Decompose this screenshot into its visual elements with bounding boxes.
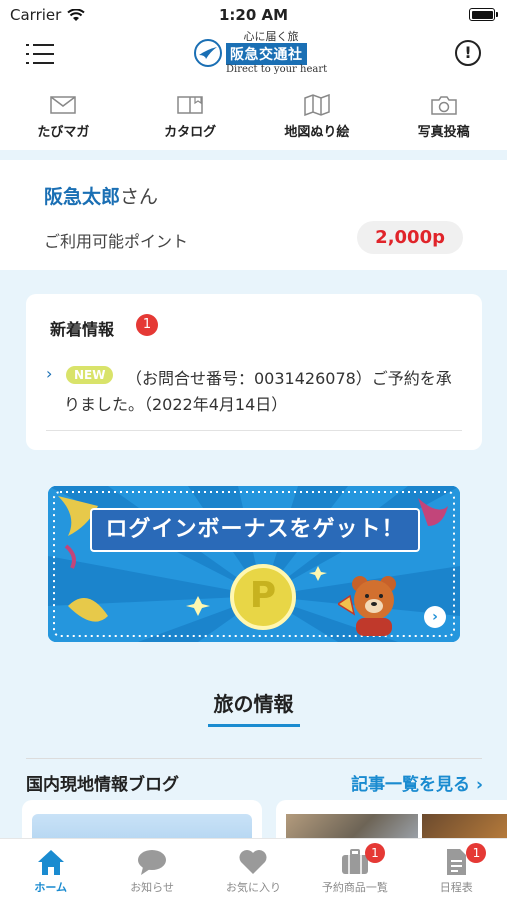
news-count-badge: 1 [136, 314, 158, 336]
tab-label: ホーム [34, 881, 68, 894]
shortcut-label: 地図ぬり絵 [284, 125, 350, 140]
points-value: 2,000p [357, 221, 463, 254]
tab-bar: ホーム お知らせ お気に入り 予約商品一覧 1 日程表 1 [0, 838, 507, 900]
login-bonus-banner[interactable]: ログインボーナスをゲット！ P › [48, 486, 460, 642]
shortcut-catalog[interactable]: カタログ [127, 82, 254, 150]
map-icon [304, 94, 330, 116]
user-panel: 阪急太郎さん ご利用可能ポイント 2,000p [0, 160, 507, 270]
logo-name: 阪急交通社 [226, 43, 307, 65]
section-underline [208, 724, 300, 727]
tab-label: 日程表 [439, 881, 473, 894]
shortcut-bar: たびマガ カタログ 地図ぬり絵 写真投稿 [0, 82, 507, 150]
tab-badge: 1 [365, 843, 385, 863]
shortcut-label: たびマガ [37, 125, 90, 140]
blog-heading: 国内現地情報ブログ [26, 775, 179, 795]
user-suffix: さん [120, 186, 159, 208]
divider [26, 758, 482, 759]
menu-icon[interactable] [26, 42, 54, 66]
coin-icon: P [230, 564, 296, 630]
coin-letter: P [249, 575, 277, 616]
logo-subtitle: Direct to your heart [226, 64, 328, 75]
heart-icon [239, 850, 267, 874]
logo-mark-icon [194, 39, 222, 67]
status-time: 1:20 AM [218, 6, 289, 24]
tab-home[interactable]: ホーム [0, 839, 101, 900]
user-name: 阪急太郎 [44, 186, 121, 208]
shortcut-photo[interactable]: 写真投稿 [380, 82, 507, 150]
tab-label: 予約商品一覧 [321, 881, 388, 894]
home-icon [37, 850, 64, 875]
status-bar: Carrier 1:20 AM [0, 0, 507, 30]
mail-icon [50, 96, 77, 114]
shortcut-map[interactable]: 地図ぬり絵 [254, 82, 381, 150]
banner-headline: ログインボーナスをゲット！ [90, 508, 420, 552]
shortcut-tabimaga[interactable]: たびマガ [0, 82, 127, 150]
news-card: 新着情報 1 › （お問合せ番号：0031426078）ご予約を承りました。（2… [26, 294, 482, 450]
shortcut-label: 写真投稿 [417, 125, 470, 140]
new-badge: NEW [66, 366, 114, 384]
tab-label: お気に入り [225, 881, 281, 894]
tab-notifications[interactable]: お知らせ [101, 839, 202, 900]
shortcut-label: カタログ [164, 125, 217, 140]
points-label: ご利用可能ポイント [44, 232, 189, 251]
info-icon[interactable]: ! [455, 40, 481, 66]
bear-mascot-icon [338, 576, 396, 636]
app-header: 心に届く旅 阪急交通社 Direct to your heart ! [0, 30, 507, 82]
catalog-icon [177, 96, 203, 114]
news-item[interactable]: （お問合せ番号：0031426078）ご予約を承りました。（2022年4月14日… [64, 366, 464, 418]
blog-list-link[interactable]: 記事一覧を見る › [351, 770, 483, 795]
news-title: 新着情報 [50, 320, 115, 339]
logo: 心に届く旅 阪急交通社 Direct to your heart [192, 30, 327, 80]
battery-icon [469, 8, 498, 21]
logo-tagline: 心に届く旅 [243, 30, 299, 43]
tab-itinerary[interactable]: 日程表 1 [406, 839, 507, 900]
divider [46, 430, 462, 431]
camera-icon [430, 96, 457, 115]
section-title: 旅の情報 [213, 692, 294, 716]
tab-favorites[interactable]: お気に入り [203, 839, 304, 900]
chevron-right-icon[interactable]: › [46, 364, 52, 383]
user-greeting: 阪急太郎さん [44, 182, 158, 209]
tab-label: お知らせ [130, 881, 174, 894]
chevron-right-icon[interactable]: › [424, 606, 446, 628]
chat-icon [138, 850, 167, 875]
tab-reservations[interactable]: 予約商品一覧 1 [304, 839, 405, 900]
